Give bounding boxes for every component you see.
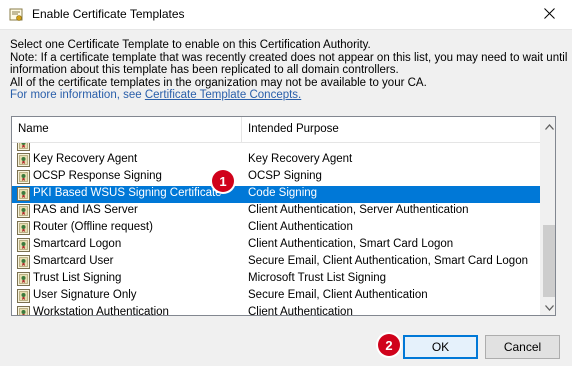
template-purpose: OCSP Signing	[248, 170, 322, 182]
template-purpose: Client Authentication, Server Authentica…	[248, 204, 469, 216]
step-1-badge: 1	[212, 170, 234, 192]
template-name: OCSP Response Signing	[33, 170, 162, 182]
template-purpose: Client Authentication	[248, 306, 353, 316]
cancel-button[interactable]: Cancel	[485, 335, 560, 359]
template-purpose: Secure Email, Client Authentication	[248, 289, 428, 301]
template-purpose: Client Authentication	[248, 221, 353, 233]
list-header: Name Intended Purpose	[12, 117, 540, 143]
description-line: All of the certificate templates in the …	[10, 76, 427, 89]
scroll-up-button[interactable]	[541, 117, 555, 134]
chevron-down-icon	[544, 300, 554, 314]
certificate-template-icon	[17, 238, 30, 252]
more-info-line: For more information, see Certificate Te…	[10, 89, 562, 102]
template-name: PKI Based WSUS Signing Certificate	[33, 187, 222, 199]
list-row[interactable]: Smartcard Logon Client Authentication, S…	[12, 237, 540, 254]
template-name: User Signature Only	[33, 289, 137, 301]
template-name: Trust List Signing	[33, 272, 122, 284]
list-row[interactable]: Smartcard User Secure Email, Client Auth…	[12, 254, 540, 271]
ok-button[interactable]: OK	[403, 335, 478, 359]
certificate-template-icon	[17, 170, 30, 184]
window-title: Enable Certificate Templates	[32, 7, 185, 21]
scroll-down-button[interactable]	[541, 298, 555, 315]
chevron-up-icon	[544, 119, 554, 133]
column-header-name[interactable]: Name	[12, 117, 242, 143]
close-button[interactable]	[526, 0, 572, 30]
certificate-template-icon	[17, 204, 30, 218]
template-purpose: Microsoft Trust List Signing	[248, 272, 387, 284]
certificate-template-icon	[17, 143, 30, 151]
template-name: RAS and IAS Server	[33, 204, 138, 216]
description-line: Select one Certificate Template to enabl…	[10, 39, 371, 51]
certificate-template-concepts-link[interactable]: Certificate Template Concepts.	[145, 89, 301, 101]
vertical-scrollbar[interactable]	[540, 117, 555, 315]
template-name: Smartcard Logon	[33, 238, 122, 250]
certificate-template-icon	[17, 255, 30, 269]
title-bar: Enable Certificate Templates	[0, 0, 572, 30]
list-row[interactable]: User Signature Only Secure Email, Client…	[12, 288, 540, 305]
certificate-template-icon	[17, 272, 30, 286]
list-row[interactable]: Trust List Signing Microsoft Trust List …	[12, 271, 540, 288]
template-purpose: Secure Email, Client Authentication, Sma…	[248, 255, 528, 267]
column-header-intended-purpose[interactable]: Intended Purpose	[242, 117, 540, 143]
certificate-template-icon	[17, 306, 30, 315]
list-row[interactable]	[12, 143, 540, 152]
certificate-template-icon	[17, 187, 30, 201]
list-row[interactable]: RAS and IAS Server Client Authentication…	[12, 203, 540, 220]
list-rows: Key Recovery Agent Key Recovery Agent OC…	[12, 143, 540, 316]
list-row[interactable]: Key Recovery Agent Key Recovery Agent	[12, 152, 540, 169]
more-info-prefix: For more information, see	[10, 89, 145, 101]
certificate-authority-icon	[8, 7, 24, 23]
close-icon	[543, 8, 555, 22]
list-row-selected[interactable]: PKI Based WSUS Signing Certificate Code …	[12, 186, 540, 203]
dialog-description: Select one Certificate Template to enabl…	[10, 39, 568, 102]
certificate-template-list[interactable]: Name Intended Purpose Key Recovery Agent…	[11, 116, 556, 316]
step-2-badge: 2	[378, 334, 400, 356]
template-name: Workstation Authentication	[33, 306, 169, 316]
list-row[interactable]: OCSP Response Signing OCSP Signing	[12, 169, 540, 186]
list-row[interactable]: Workstation Authentication Client Authen…	[12, 305, 540, 316]
template-purpose: Client Authentication, Smart Card Logon	[248, 238, 454, 250]
list-row[interactable]: Router (Offline request) Client Authenti…	[12, 220, 540, 237]
certificate-template-icon	[17, 153, 30, 167]
description-line: information about this template has been…	[10, 64, 399, 76]
template-purpose: Code Signing	[248, 187, 318, 199]
scrollbar-thumb[interactable]	[543, 225, 555, 297]
certificate-template-icon	[17, 289, 30, 303]
template-name: Router (Offline request)	[33, 221, 153, 233]
certificate-template-icon	[17, 221, 30, 235]
description-line: Note: If a certificate template that was…	[10, 51, 568, 64]
template-purpose: Key Recovery Agent	[248, 153, 353, 165]
template-name: Key Recovery Agent	[33, 153, 138, 165]
template-name: Smartcard User	[33, 255, 114, 267]
